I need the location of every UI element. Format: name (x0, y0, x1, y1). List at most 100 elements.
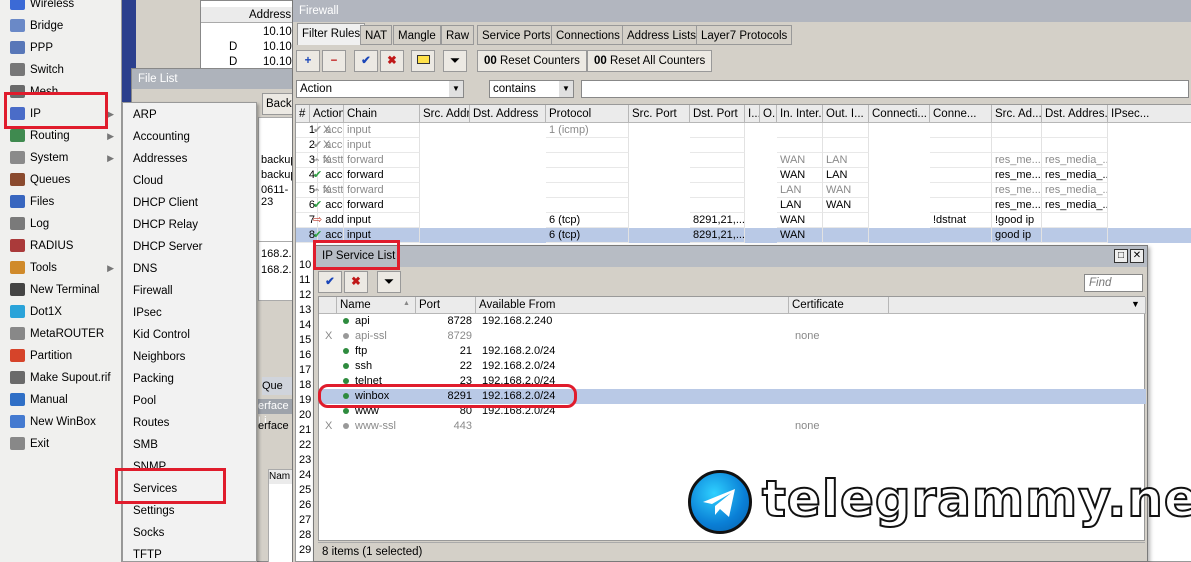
service-column-header[interactable] (889, 297, 1146, 314)
filter-value-input[interactable] (581, 80, 1189, 98)
service-row[interactable]: ftp 21 192.168.2.0/24 (319, 344, 1146, 359)
table-row[interactable]: 1X✔ acceptinput1 (icmp) (296, 123, 1191, 138)
menu-item-system[interactable]: System ▶ (0, 147, 122, 169)
submenu-item-ipsec[interactable]: IPsec (123, 302, 256, 324)
column-header[interactable]: Out. I... (823, 105, 869, 123)
enable-rule-button[interactable]: ✔ (354, 50, 378, 72)
submenu-item-arp[interactable]: ARP (123, 104, 256, 126)
submenu-item-firewall[interactable]: Firewall (123, 280, 256, 302)
submenu-item-cloud[interactable]: Cloud (123, 170, 256, 192)
reset-all-counters-button[interactable]: 00 Reset All Counters (587, 50, 713, 72)
column-header[interactable]: In. Inter... (777, 105, 823, 123)
tab-layer7-protocols[interactable]: Layer7 Protocols (696, 25, 793, 45)
column-header[interactable]: Conne... (930, 105, 992, 123)
table-row[interactable]: 6✔ acceptforwardLANWANres_me...res_media… (296, 198, 1191, 213)
enable-service-button[interactable]: ✔ (318, 271, 342, 293)
menu-item-wireless[interactable]: Wireless (0, 0, 122, 15)
menu-item-exit[interactable]: Exit (0, 433, 122, 455)
table-row[interactable]: 2X✔ acceptinput (296, 138, 1191, 153)
service-column-header[interactable] (319, 297, 337, 314)
disable-rule-button[interactable]: ✖ (380, 50, 404, 72)
close-icon[interactable]: ✕ (1130, 249, 1144, 263)
menu-item-log[interactable]: Log (0, 213, 122, 235)
column-header[interactable]: Src. Ad... (992, 105, 1042, 123)
menu-item-new-winbox[interactable]: New WinBox (0, 411, 122, 433)
submenu-item-dhcp-relay[interactable]: DHCP Relay (123, 214, 256, 236)
disable-service-button[interactable]: ✖ (344, 271, 368, 293)
submenu-item-dns[interactable]: DNS (123, 258, 256, 280)
menu-item-queues[interactable]: Queues (0, 169, 122, 191)
tab-raw[interactable]: Raw (441, 25, 475, 45)
submenu-item-dhcp-server[interactable]: DHCP Server (123, 236, 256, 258)
reset-counters-button[interactable]: 00 Reset Counters (477, 50, 587, 72)
column-header[interactable]: # (296, 105, 310, 123)
find-input[interactable]: Find (1084, 274, 1143, 292)
submenu-item-pool[interactable]: Pool (123, 390, 256, 412)
column-header[interactable]: Dst. Address (470, 105, 546, 123)
submenu-item-dhcp-client[interactable]: DHCP Client (123, 192, 256, 214)
column-header[interactable]: Connecti... (869, 105, 930, 123)
submenu-item-socks[interactable]: Socks (123, 522, 256, 544)
submenu-item-neighbors[interactable]: Neighbors (123, 346, 256, 368)
submenu-item-accounting[interactable]: Accounting (123, 126, 256, 148)
service-column-header[interactable]: Port (416, 297, 476, 314)
table-row[interactable]: 5X⌁ fasttrack ...forwardLANWANres_me...r… (296, 183, 1191, 198)
tab-mangle[interactable]: Mangle (393, 25, 441, 45)
menu-item-dot1x[interactable]: Dot1X (0, 301, 122, 323)
dropdown-arrow-icon[interactable]: ▼ (1131, 299, 1140, 309)
column-header[interactable]: Action (310, 105, 344, 123)
menu-item-metarouter[interactable]: MetaROUTER (0, 323, 122, 345)
tab-filter-rules[interactable]: Filter Rules (297, 23, 366, 45)
service-row[interactable]: api 8728 192.168.2.240 (319, 314, 1146, 329)
submenu-item-addresses[interactable]: Addresses (123, 148, 256, 170)
column-header[interactable]: Chain (344, 105, 420, 123)
menu-item-switch[interactable]: Switch (0, 59, 122, 81)
submenu-item-routes[interactable]: Routes (123, 412, 256, 434)
table-row[interactable]: 8✔ acceptinput6 (tcp)8291,21,...WANgood … (296, 228, 1191, 243)
table-row[interactable]: 4✔ acceptforwardWANLANres_me...res_media… (296, 168, 1191, 183)
submenu-item-kid-control[interactable]: Kid Control (123, 324, 256, 346)
back-button[interactable]: Back (262, 93, 294, 115)
menu-item-ppp[interactable]: PPP (0, 37, 122, 59)
menu-item-new-terminal[interactable]: New Terminal (0, 279, 122, 301)
tab-nat[interactable]: NAT (360, 25, 393, 45)
filter-operator-select[interactable]: contains ▼ (489, 80, 574, 98)
filter-field-select[interactable]: Action ▼ (296, 80, 464, 98)
column-header[interactable]: I... (745, 105, 760, 123)
filter-button[interactable]: ⏷ (443, 50, 467, 72)
table-row[interactable]: 3X⌁ fasttrack ...forwardWANLANres_me...r… (296, 153, 1191, 168)
menu-item-manual[interactable]: Manual (0, 389, 122, 411)
comment-button[interactable] (411, 50, 435, 72)
menu-item-files[interactable]: Files (0, 191, 122, 213)
maximize-icon[interactable]: □ (1114, 249, 1128, 263)
interface-tab[interactable]: erface (258, 419, 294, 434)
submenu-item-tftp[interactable]: TFTP (123, 544, 256, 562)
service-row[interactable]: Xwww-ssl 443 none (319, 419, 1146, 434)
column-header[interactable]: IPsec... (1108, 105, 1191, 123)
service-column-header[interactable]: Available From (476, 297, 789, 314)
service-filter-button[interactable]: ⏷ (377, 271, 401, 293)
column-header[interactable]: O... (760, 105, 777, 123)
column-header[interactable]: Src. Address (420, 105, 470, 123)
menu-item-make-supout-rif[interactable]: Make Supout.rif (0, 367, 122, 389)
tab-address-lists[interactable]: Address Lists (622, 25, 702, 45)
column-header[interactable]: Src. Port (629, 105, 690, 123)
service-row[interactable]: Xapi-ssl 8729 none (319, 329, 1146, 344)
tab-connections[interactable]: Connections (551, 25, 625, 45)
add-rule-button[interactable]: + (296, 50, 320, 72)
column-header[interactable]: Dst. Port (690, 105, 745, 123)
submenu-item-smb[interactable]: SMB (123, 434, 256, 456)
queue-tab[interactable]: Que (262, 377, 294, 395)
menu-item-bridge[interactable]: Bridge (0, 15, 122, 37)
remove-rule-button[interactable]: − (322, 50, 346, 72)
table-row[interactable]: 7⇨ add src to...input6 (tcp)8291,21,...W… (296, 213, 1191, 228)
submenu-item-packing[interactable]: Packing (123, 368, 256, 390)
menu-item-tools[interactable]: Tools ▶ (0, 257, 122, 279)
column-header[interactable]: Dst. Addres... (1042, 105, 1108, 123)
service-row[interactable]: ssh 22 192.168.2.0/24 (319, 359, 1146, 374)
column-header[interactable]: Protocol (546, 105, 629, 123)
tab-service-ports[interactable]: Service Ports (477, 25, 556, 45)
menu-item-radius[interactable]: RADIUS (0, 235, 122, 257)
menu-item-partition[interactable]: Partition (0, 345, 122, 367)
service-column-header[interactable]: Certificate (789, 297, 889, 314)
